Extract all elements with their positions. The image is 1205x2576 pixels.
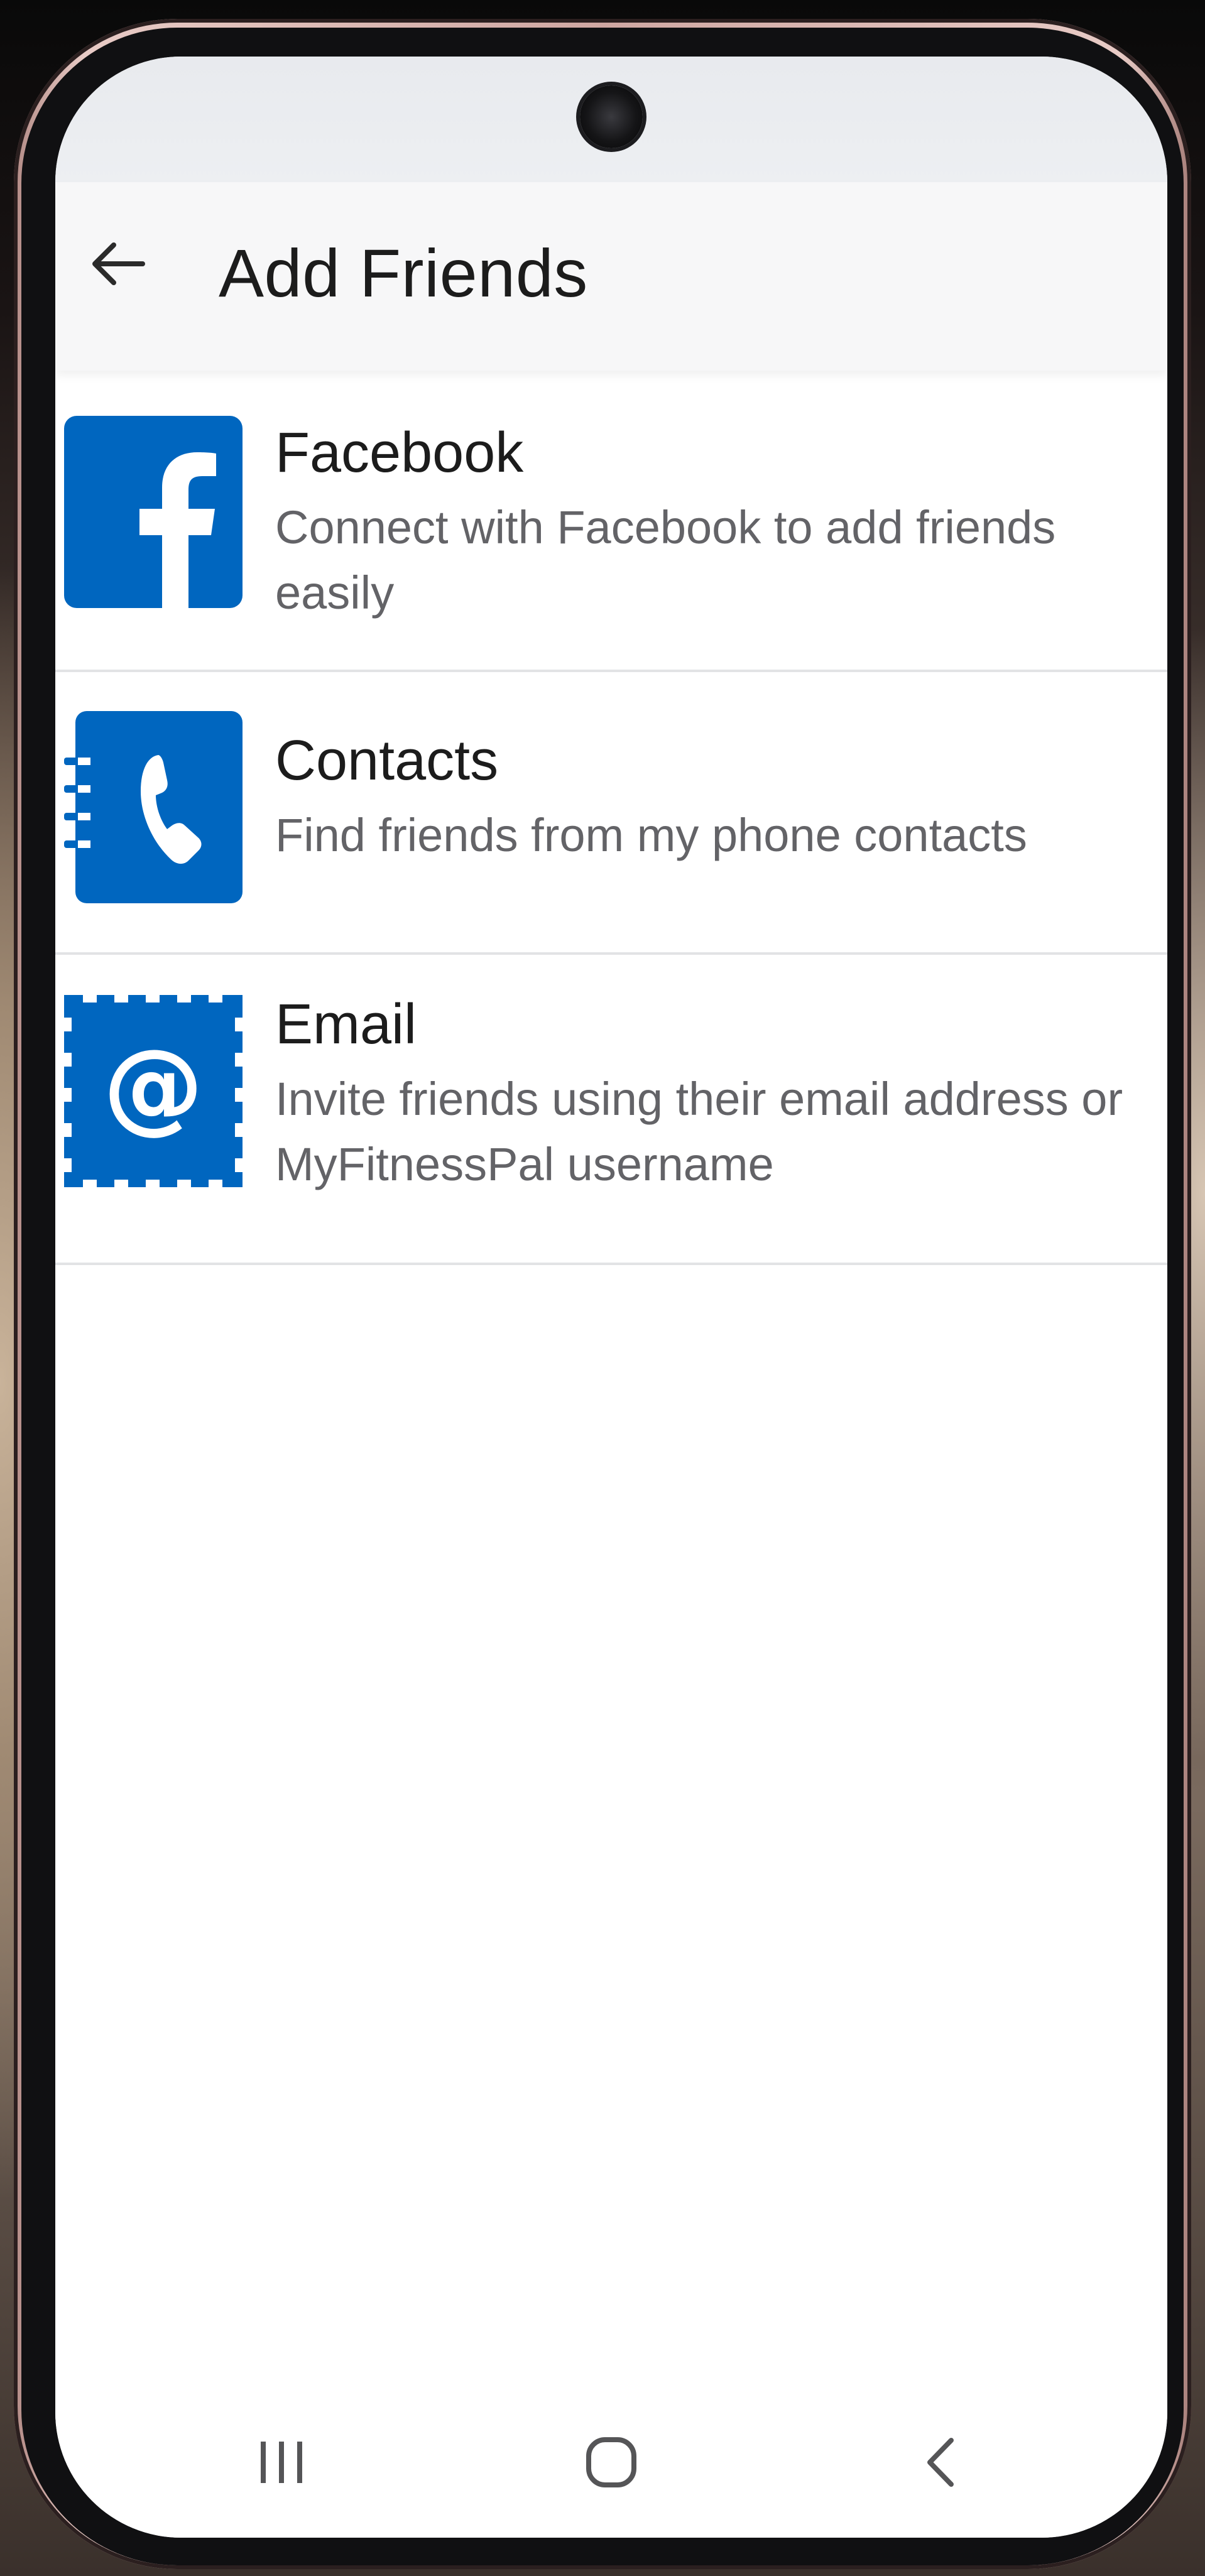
email-option-text: Email Invite friends using their email a…: [275, 987, 1142, 1197]
email-option-title: Email: [275, 993, 417, 1056]
facebook-option-subtitle: Connect with Facebook to add friends eas…: [275, 501, 1056, 619]
email-at-stamp-icon: @: [64, 995, 243, 1187]
facebook-option-title: Facebook: [275, 421, 524, 484]
svg-text:@: @: [103, 1027, 204, 1144]
recent-apps-button[interactable]: [231, 2418, 332, 2506]
facebook-option-text: Facebook Connect with Facebook to add fr…: [275, 416, 1142, 626]
recent-apps-icon: [261, 2442, 302, 2483]
back-chevron-icon: [927, 2438, 954, 2487]
home-icon: [586, 2437, 636, 2487]
status-bar: [55, 57, 1167, 182]
add-friends-options-list: Facebook Connect with Facebook to add fr…: [55, 377, 1167, 1265]
phone-contacts-icon: [64, 711, 243, 903]
arrow-left-icon: [92, 242, 145, 285]
email-option[interactable]: @ Email Invite friends using their email…: [55, 955, 1167, 1265]
contacts-option-text: Contacts Find friends from my phone cont…: [275, 724, 1142, 868]
front-camera: [580, 85, 643, 148]
home-button[interactable]: [561, 2418, 662, 2506]
app-bar: Add Friends: [55, 182, 1167, 371]
email-option-subtitle: Invite friends using their email address…: [275, 1073, 1123, 1190]
system-back-button[interactable]: [891, 2418, 991, 2506]
system-navigation-bar: [55, 2393, 1167, 2538]
back-button[interactable]: [80, 226, 156, 302]
contacts-option-subtitle: Find friends from my phone contacts: [275, 809, 1027, 861]
page-title: Add Friends: [219, 235, 588, 311]
phone-screen: Add Friends Facebook Connect with Facebo…: [55, 57, 1167, 2538]
facebook-option[interactable]: Facebook Connect with Facebook to add fr…: [55, 377, 1167, 672]
facebook-icon: [64, 416, 243, 608]
contacts-option-title: Contacts: [275, 729, 499, 792]
contacts-option[interactable]: Contacts Find friends from my phone cont…: [55, 672, 1167, 955]
